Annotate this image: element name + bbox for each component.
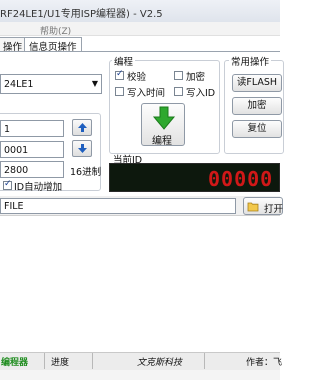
status-divider xyxy=(44,353,45,369)
tab-info-page[interactable]: 信息页操作 xyxy=(24,37,82,53)
chip-select-value: 24LE1 xyxy=(4,79,34,90)
bottom-strip xyxy=(0,370,280,380)
folder-icon xyxy=(247,202,259,212)
status-author: 作者：飞 xyxy=(246,358,283,368)
status-programmer: 编程器 xyxy=(1,358,29,368)
down-arrow-button[interactable] xyxy=(72,140,92,157)
id-field-2[interactable]: 0001 xyxy=(0,141,64,158)
open-file-button[interactable]: 打开 xyxy=(243,197,283,215)
up-arrow-button[interactable] xyxy=(72,119,92,136)
encrypt-checkbox[interactable] xyxy=(174,71,183,80)
write-id-checkbox[interactable] xyxy=(174,87,183,96)
file-path-value: FILE xyxy=(4,201,24,212)
id-field-1[interactable]: 1 xyxy=(0,120,64,137)
status-divider xyxy=(204,353,205,369)
write-time-label: 写入时间 xyxy=(127,88,166,99)
id-field-1-value: 1 xyxy=(4,124,11,135)
encrypt-label: 加密 xyxy=(186,72,206,83)
chevron-down-icon: ▼ xyxy=(91,79,98,88)
program-group-title: 编程 xyxy=(112,54,136,68)
open-file-label: 打开 xyxy=(264,204,284,215)
program-button[interactable]: 编程 xyxy=(141,103,185,147)
green-arrow-down-icon xyxy=(152,106,176,130)
read-flash-button[interactable]: 读FLASH xyxy=(232,74,282,92)
verify-label: 校验 xyxy=(127,72,147,83)
status-progress-label: 进度 xyxy=(51,358,70,368)
reset-button[interactable]: 复位 xyxy=(232,120,282,138)
program-button-label: 编程 xyxy=(152,136,172,147)
auto-increment-label: ID自动增加 xyxy=(14,182,63,193)
write-id-label: 写入ID xyxy=(186,88,216,99)
current-id-display: 00000 xyxy=(109,163,280,192)
log-area xyxy=(0,216,280,350)
arrow-down-icon xyxy=(78,144,87,153)
id-field-3-value: 2800 xyxy=(4,165,29,176)
id-field-3[interactable]: 2800 xyxy=(0,161,64,178)
status-divider xyxy=(92,353,93,369)
tab-operation[interactable]: 操作 xyxy=(0,37,28,53)
chip-select[interactable]: 24LE1 ▼ xyxy=(0,74,102,94)
verify-checkbox[interactable] xyxy=(115,69,124,80)
current-id-digits: 00000 xyxy=(208,167,274,191)
file-path-field[interactable]: FILE xyxy=(0,198,236,214)
menu-help[interactable]: 帮助(Z) xyxy=(40,24,71,37)
status-company: 文克斯科技 xyxy=(137,358,183,368)
auto-increment-checkbox[interactable] xyxy=(3,179,12,190)
hex-label: 16进制 xyxy=(70,167,102,178)
common-ops-title: 常用操作 xyxy=(229,54,272,68)
window-title: RF24LE1/U1专用ISP编程器) - V2.5 xyxy=(0,9,163,20)
write-time-checkbox[interactable] xyxy=(115,87,124,96)
id-field-2-value: 0001 xyxy=(4,145,29,156)
arrow-up-icon xyxy=(78,123,87,132)
encrypt-button[interactable]: 加密 xyxy=(232,97,282,115)
